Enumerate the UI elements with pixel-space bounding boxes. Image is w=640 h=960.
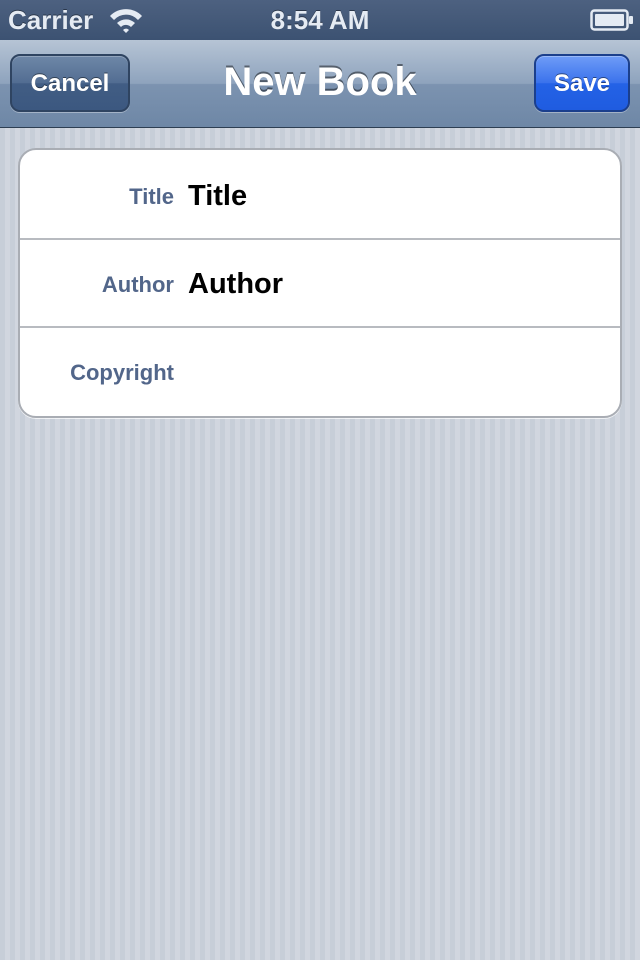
page-title: New Book [223,60,417,104]
battery-icon [590,8,634,32]
navigation-bar: Cancel New Book Save [0,40,640,128]
title-field[interactable] [188,176,608,216]
author-label: Author [101,272,174,297]
author-row[interactable]: Author [20,240,620,328]
save-button[interactable]: Save [534,54,630,112]
copyright-field[interactable] [188,352,608,392]
status-bar: Carrier 8:54 AM [0,0,640,40]
book-form: Title Author Copyright [18,148,622,418]
copyright-label: Copyright [70,360,174,385]
title-row[interactable]: Title [20,150,620,238]
cancel-button[interactable]: Cancel [10,54,130,112]
status-time: 8:54 AM [270,5,370,35]
copyright-row[interactable]: Copyright [20,328,620,416]
author-field[interactable] [188,264,608,304]
title-label: Title [129,184,174,209]
